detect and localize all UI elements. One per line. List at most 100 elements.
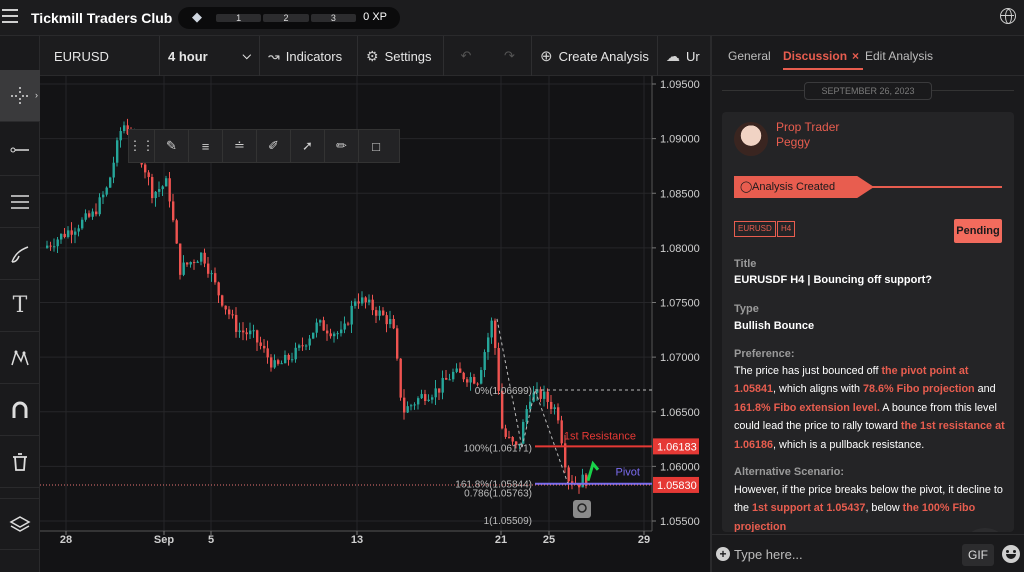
message-input[interactable] — [734, 544, 954, 564]
candle-body — [231, 314, 234, 316]
price-chart[interactable]: 1.09500 1.09000 1.08500 1.08000 1.07500 1.070… — [40, 76, 710, 572]
date-separator: SEPTEMBER 26, 2023 — [804, 82, 932, 100]
candle-body — [175, 220, 178, 244]
candle-body — [399, 358, 402, 398]
plus-icon[interactable]: + — [716, 547, 730, 561]
tab-discussion[interactable]: Discussion × — [783, 49, 864, 70]
candle-body — [459, 368, 462, 373]
pencil-icon[interactable]: ✎ — [155, 130, 189, 162]
brush-icon[interactable]: ✐ — [257, 130, 291, 162]
candle-body — [382, 310, 385, 316]
candle-body — [354, 301, 357, 306]
preference-label: Preference: — [734, 348, 795, 360]
emoji-icon[interactable] — [1002, 545, 1020, 563]
fib-retracement-tool-icon[interactable] — [0, 176, 40, 228]
candle-body — [350, 305, 353, 325]
lines-icon[interactable]: ≡ — [189, 130, 223, 162]
magnet-icon[interactable] — [0, 384, 40, 436]
candle-body — [375, 310, 378, 316]
drag-handle-icon[interactable]: ⋮⋮ — [129, 130, 155, 162]
undo-button[interactable]: ↶ — [444, 36, 488, 76]
line-style-icon[interactable]: ≐ — [223, 130, 257, 162]
timeframe-select[interactable]: 4 hour ⌵ — [160, 36, 260, 76]
candle-body — [298, 345, 301, 348]
title-label: Title — [734, 258, 757, 270]
tab-general[interactable]: General — [728, 49, 771, 63]
hamburger-menu-icon[interactable] — [2, 9, 18, 25]
preference-segment: , which aligns with — [773, 383, 864, 396]
candle-body — [60, 233, 63, 240]
upload-button[interactable]: ☁ Ur — [658, 36, 710, 76]
settings-button[interactable]: ⚙ Settings — [358, 36, 444, 76]
candle-body — [427, 399, 430, 402]
text-tool-icon[interactable]: T — [0, 280, 40, 332]
trash-icon[interactable] — [0, 436, 40, 488]
candle-body — [46, 245, 49, 248]
price-tick-label: 1.08500 — [660, 188, 700, 200]
create-analysis-button[interactable]: ⊕ Create Analysis — [532, 36, 658, 76]
candle-body — [455, 368, 458, 372]
candle-body — [385, 315, 388, 325]
xp-value: 0 XP — [363, 11, 387, 23]
indicators-button[interactable]: ↝ Indicators — [260, 36, 358, 76]
candle-body — [550, 401, 553, 409]
undo-icon: ↶ — [460, 48, 472, 63]
status-badge: Pending — [954, 219, 1002, 243]
candle-body — [214, 273, 217, 283]
candle-body — [210, 273, 213, 275]
candle-body — [322, 320, 325, 331]
candle-body — [448, 379, 451, 381]
candle-body — [333, 333, 336, 337]
candle-body — [91, 211, 94, 217]
avatar[interactable] — [734, 122, 768, 156]
redo-button[interactable]: ↷ — [488, 36, 532, 76]
date-tick-label: 25 — [543, 534, 555, 546]
gif-button[interactable]: GIF — [962, 544, 994, 566]
candle-body — [235, 314, 238, 332]
candle-body — [53, 246, 56, 248]
xp-progress[interactable]: ◆ 1 2 3 0 XP — [178, 7, 400, 29]
author-name[interactable]: Peggy — [776, 135, 810, 149]
candle-body — [161, 186, 164, 190]
candle-body — [378, 310, 381, 316]
symbol-tag: EURUSD — [734, 221, 776, 237]
trendline-tool-icon[interactable] — [0, 124, 40, 176]
xp-level-3: 3 — [310, 14, 356, 23]
top-bar: Tickmill Traders Club ◆ 1 2 3 0 XP — [0, 0, 1024, 36]
alternative-segment: However, if the price breaks below the p… — [734, 484, 954, 496]
price-tick-label: 1.05500 — [660, 516, 700, 528]
pattern-tool-icon[interactable] — [0, 332, 40, 384]
crosshair-tool-icon[interactable]: › — [0, 70, 40, 122]
status-banner: ◯ Analysis Created — [734, 176, 874, 198]
ruler-icon[interactable]: ✏ — [325, 130, 359, 162]
candle-body — [557, 407, 560, 421]
candle-body — [77, 228, 80, 232]
brush-tool-icon[interactable] — [0, 228, 40, 280]
cloud-upload-icon: ☁ — [666, 47, 680, 64]
candle-body — [494, 320, 497, 349]
fib-level-label: 0%(1.06699) — [475, 386, 532, 397]
candle-body — [413, 404, 416, 406]
layers-icon[interactable] — [0, 498, 40, 550]
candle-body — [368, 299, 371, 303]
candle-body — [224, 305, 227, 310]
diagonal-line-icon[interactable]: ➚ — [291, 130, 325, 162]
candle-body — [203, 252, 206, 264]
redo-icon: ↷ — [504, 48, 515, 63]
close-icon[interactable]: × — [852, 49, 859, 63]
candle-body — [147, 172, 150, 178]
rectangle-icon[interactable]: □ — [359, 130, 393, 162]
date-tick-label: 29 — [638, 534, 650, 546]
tab-edit-analysis[interactable]: Edit Analysis — [865, 49, 933, 63]
date-tick-label: 28 — [60, 534, 72, 546]
candle-body — [406, 406, 409, 413]
symbol-selector[interactable]: EURUSD — [40, 36, 160, 76]
drawing-options-bar: ⋮⋮ ✎ ≡ ≐ ✐ ➚ ✏ □ — [128, 129, 400, 163]
chart-toolbar: EURUSD 4 hour ⌵ ↝ Indicators ⚙ Settings ↶ … — [40, 36, 710, 76]
candle-body — [228, 309, 231, 315]
candle-body — [242, 330, 245, 333]
chart-line-icon: ↝ — [268, 47, 280, 64]
globe-icon[interactable] — [1000, 8, 1016, 24]
candle-body — [441, 377, 444, 393]
timeframe-label: 4 hour — [168, 48, 208, 64]
